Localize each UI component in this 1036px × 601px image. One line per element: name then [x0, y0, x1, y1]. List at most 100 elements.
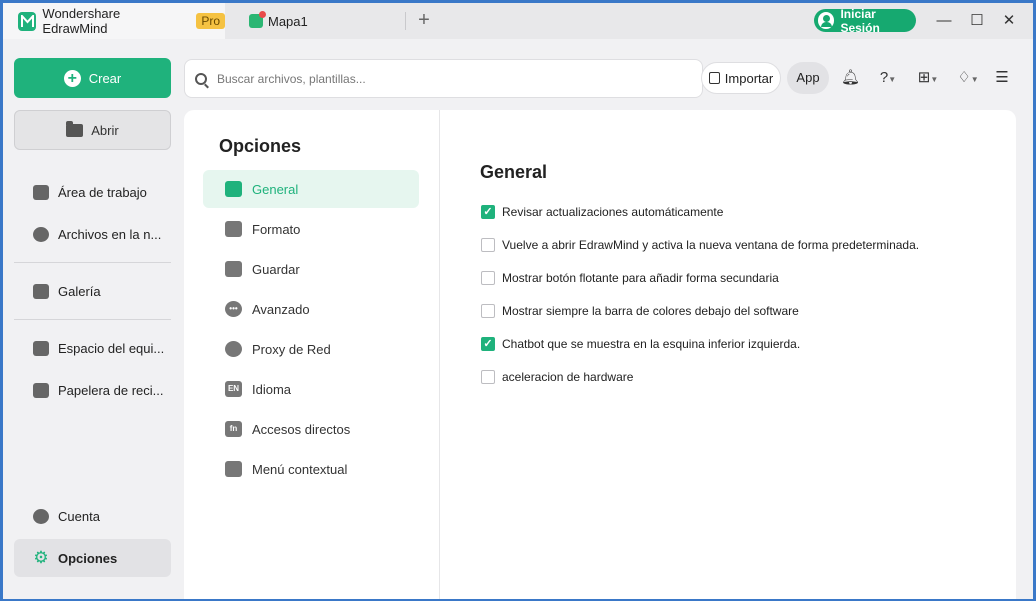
options-title: Opciones — [219, 136, 302, 156]
trash-icon — [33, 382, 49, 398]
options-nav-language[interactable]: EN Idioma — [203, 370, 419, 408]
login-label: Iniciar Sesión — [840, 6, 880, 35]
folder-icon — [66, 120, 84, 137]
options-nav-label: Proxy de Red — [252, 341, 331, 357]
option-label: Mostrar botón flotante para añadir forma… — [502, 271, 779, 285]
sidebar-item-options[interactable]: ⚙ Opciones — [14, 539, 171, 577]
tab-divider — [405, 12, 406, 30]
import-button[interactable]: Importar — [701, 62, 781, 94]
option-auto-update[interactable]: ✓ Revisar actualizaciones automáticament… — [481, 205, 723, 219]
sidebar-item-gallery[interactable]: Galería — [14, 272, 171, 310]
sidebar-item-label: Archivos en la n... — [58, 226, 162, 242]
option-hardware-acceleration[interactable]: aceleracion de hardware — [481, 370, 633, 384]
mindmap-file-icon — [249, 11, 266, 28]
options-nav-label: Menú contextual — [252, 461, 348, 477]
checkbox-unchecked[interactable] — [481, 238, 495, 252]
advanced-icon: ••• — [225, 301, 242, 317]
options-nav-advanced[interactable]: ••• Avanzado — [203, 290, 419, 328]
chevron-down-icon: ▼ — [970, 75, 979, 84]
option-label: Vuelve a abrir EdrawMind y activa la nue… — [502, 238, 920, 252]
create-button[interactable]: + Crear — [14, 58, 171, 98]
tab-mapa1[interactable]: Mapa1 — [249, 3, 308, 39]
general-settings-icon — [225, 181, 242, 197]
checkbox-unchecked[interactable] — [481, 370, 495, 384]
import-icon — [708, 72, 720, 84]
options-nav-save[interactable]: Guardar — [203, 250, 419, 288]
sidebar-divider — [14, 319, 171, 320]
account-icon — [33, 508, 49, 524]
app-name: Wondershare EdrawMind — [42, 6, 121, 36]
apps-grid-icon[interactable]: ⊞▼ — [913, 68, 943, 88]
user-avatar-icon — [818, 12, 835, 29]
chevron-down-icon: ▼ — [930, 75, 939, 84]
pro-badge[interactable]: Pro — [196, 13, 225, 29]
cloud-icon — [33, 226, 49, 242]
login-button[interactable]: Iniciar Sesión — [814, 6, 916, 35]
options-nav-shortcuts[interactable]: fn Accesos directos — [203, 410, 419, 448]
open-label: Abrir — [91, 122, 119, 138]
option-reopen-new-window[interactable]: Vuelve a abrir EdrawMind y activa la nue… — [481, 238, 919, 252]
option-label: aceleracion de hardware — [502, 370, 634, 384]
checkbox-unchecked[interactable] — [481, 304, 495, 318]
options-nav-label: Accesos directos — [252, 421, 351, 437]
options-nav-proxy[interactable]: Proxy de Red — [203, 330, 419, 368]
sidebar-item-team-space[interactable]: Espacio del equi... — [14, 329, 171, 367]
general-section-title: General — [480, 162, 548, 182]
option-label: Mostrar siempre la barra de colores deba… — [502, 304, 799, 318]
sidebar-item-workspace[interactable]: Área de trabajo — [14, 173, 171, 211]
checkbox-unchecked[interactable] — [481, 271, 495, 285]
option-label: Chatbot que se muestra en la esquina inf… — [502, 337, 801, 351]
app-window: Wondershare EdrawMind Pro Mapa1 + Inicia… — [3, 3, 1033, 599]
options-nav-format[interactable]: Formato — [203, 210, 419, 248]
format-icon — [225, 221, 242, 237]
sidebar-item-label: Opciones — [58, 550, 118, 566]
language-icon: EN — [225, 381, 242, 397]
sidebar-item-label: Espacio del equi... — [58, 340, 165, 356]
chevron-down-icon: ▼ — [888, 75, 897, 84]
shortcuts-icon: fn — [225, 421, 242, 437]
search-box[interactable] — [184, 59, 703, 98]
options-nav-context-menu[interactable]: Menú contextual — [203, 450, 419, 488]
sidebar-item-label: Galería — [58, 283, 101, 299]
checkbox-checked[interactable]: ✓ — [481, 205, 495, 219]
panel-divider — [439, 110, 440, 599]
sidebar-divider — [14, 262, 171, 263]
option-label: Revisar actualizaciones automáticamente — [502, 205, 724, 219]
option-color-bar[interactable]: Mostrar siempre la barra de colores deba… — [481, 304, 799, 318]
options-nav-general[interactable]: General — [203, 170, 419, 208]
options-nav-label: Guardar — [252, 261, 300, 277]
sidebar-item-account[interactable]: Cuenta — [14, 497, 171, 535]
outline-toggle-icon[interactable]: ☰ — [991, 68, 1013, 88]
new-tab-button[interactable]: + — [413, 9, 435, 31]
bell-icon[interactable]: 🔔︎ — [841, 68, 860, 88]
open-button[interactable]: Abrir — [14, 110, 171, 150]
options-nav-label: Avanzado — [252, 301, 310, 317]
option-chatbot[interactable]: ✓ Chatbot que se muestra en la esquina i… — [481, 337, 800, 351]
minimize-button[interactable]: — — [932, 9, 956, 33]
maximize-button[interactable]: ☐ — [965, 9, 989, 33]
proxy-icon — [225, 341, 242, 357]
theme-shirt-icon[interactable]: ♢▼ — [953, 68, 983, 88]
plus-icon: + — [63, 69, 81, 87]
save-icon — [225, 261, 242, 277]
checkbox-checked[interactable]: ✓ — [481, 337, 495, 351]
app-button[interactable]: App — [787, 62, 829, 94]
sidebar-item-cloud-files[interactable]: Archivos en la n... — [14, 215, 171, 253]
edrawmind-logo-icon — [18, 11, 37, 31]
sidebar-item-trash[interactable]: Papelera de reci... — [14, 371, 171, 409]
tab-label: Mapa1 — [268, 13, 308, 29]
workspace-icon — [33, 184, 49, 200]
options-nav-label: General — [252, 181, 299, 197]
create-label: Crear — [88, 70, 122, 86]
options-nav-label: Idioma — [252, 381, 292, 397]
search-input[interactable] — [217, 71, 687, 86]
sidebar-item-label: Cuenta — [58, 508, 100, 524]
option-floating-button[interactable]: Mostrar botón flotante para añadir forma… — [481, 271, 779, 285]
title-bar: Wondershare EdrawMind Pro Mapa1 + Inicia… — [3, 3, 1033, 39]
close-button[interactable]: ✕ — [997, 9, 1021, 33]
sidebar-item-label: Papelera de reci... — [58, 382, 164, 398]
help-icon[interactable]: ?▼ — [874, 68, 902, 88]
import-label: Importar — [724, 70, 774, 86]
app-home-tab[interactable]: Wondershare EdrawMind Pro — [3, 3, 225, 39]
options-panel: Opciones General Formato Guardar ••• Ava… — [184, 110, 1016, 599]
